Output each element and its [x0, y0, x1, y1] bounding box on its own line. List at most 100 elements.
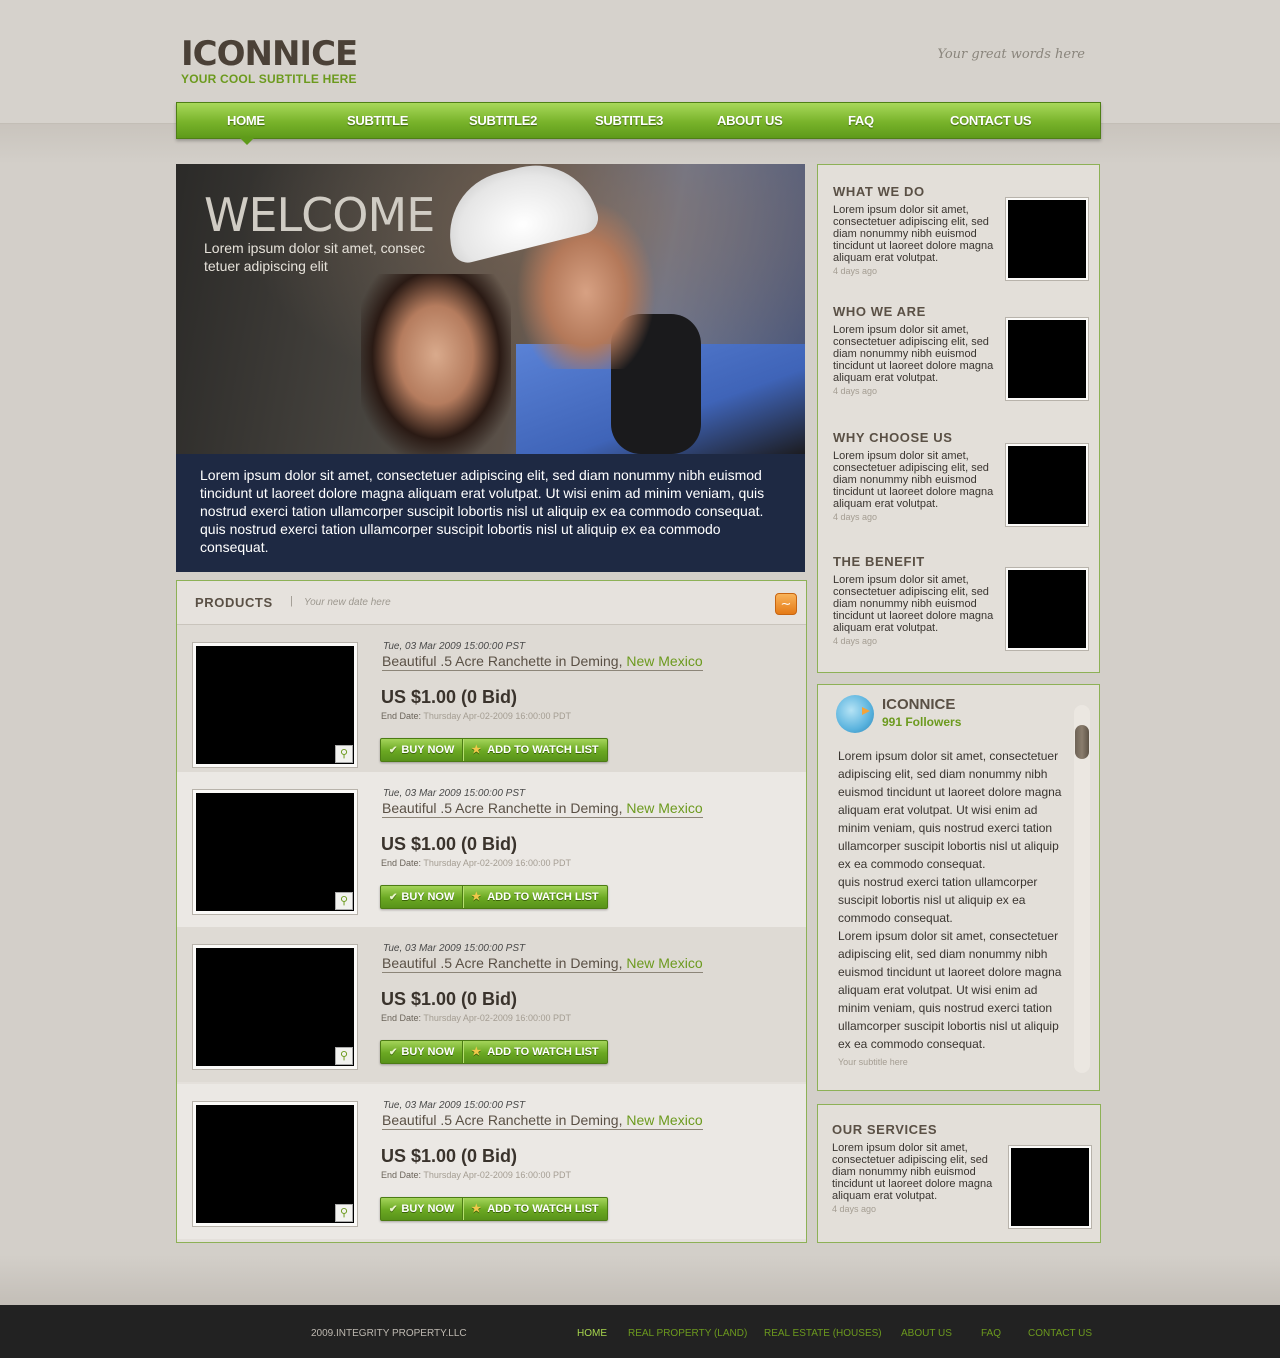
footer-link-faq[interactable]: FAQ	[981, 1328, 1001, 1339]
twitter-feed: Lorem ipsum dolor sit amet, consectetuer…	[838, 747, 1066, 1053]
nav-subtitle2[interactable]: SUBTITLE2	[469, 113, 537, 128]
footer-link-about-us[interactable]: ABOUT US	[901, 1328, 952, 1339]
nav-contact-us[interactable]: CONTACT US	[950, 113, 1032, 128]
end-date-label: End Date:	[381, 711, 422, 721]
twitter-bird-icon[interactable]	[836, 695, 874, 733]
buy-now-button[interactable]: ✔ BUY NOW	[381, 1041, 462, 1063]
product-title-link[interactable]: Beautiful .5 Acre Ranchette in Deming, N…	[382, 1112, 703, 1130]
logo-subtitle: YOUR COOL SUBTITLE HERE	[181, 72, 357, 86]
product-date: Tue, 03 Mar 2009 15:00:00 PST	[383, 1100, 526, 1111]
buy-now-label: BUY NOW	[401, 1203, 455, 1215]
rss-icon[interactable]: ∼	[775, 593, 797, 615]
section-image[interactable]	[1006, 444, 1088, 526]
end-date-label: End Date:	[381, 1170, 422, 1180]
twitter-name[interactable]: ICONNICE	[882, 696, 955, 713]
check-icon: ✔	[389, 745, 398, 756]
twitter-scrollbar[interactable]	[1074, 705, 1090, 1073]
product-title-link[interactable]: Beautiful .5 Acre Ranchette in Deming, N…	[382, 653, 703, 671]
section-body: Lorem ipsum dolor sit amet, consectetuer…	[832, 1142, 993, 1202]
product-location: New Mexico	[626, 800, 703, 816]
product-item: ⚲ Tue, 03 Mar 2009 15:00:00 PST Beautifu…	[177, 625, 806, 780]
product-thumbnail[interactable]: ⚲	[193, 1102, 357, 1226]
buy-now-label: BUY NOW	[401, 744, 455, 756]
magnifier-icon[interactable]: ⚲	[335, 892, 353, 910]
product-actions: ✔ BUY NOW ★ ADD TO WATCH LIST	[380, 1197, 608, 1221]
buy-now-label: BUY NOW	[401, 891, 455, 903]
watch-list-label: ADD TO WATCH LIST	[487, 744, 599, 756]
section-body: Lorem ipsum dolor sit amet, consectetuer…	[833, 450, 994, 510]
sidebar-section-the-benefit: THE BENEFIT Lorem ipsum dolor sit amet, …	[833, 554, 1093, 650]
product-actions: ✔ BUY NOW ★ ADD TO WATCH LIST	[380, 885, 608, 909]
product-end-date: End Date: Thursday Apr-02-2009 16:00:00 …	[381, 858, 571, 868]
products-separator: |	[290, 595, 293, 607]
end-date-label: End Date:	[381, 1013, 422, 1023]
section-age: 4 days ago	[833, 512, 878, 522]
product-price: US $1.00 (0 Bid)	[381, 687, 518, 707]
product-end-date: End Date: Thursday Apr-02-2009 16:00:00 …	[381, 1170, 571, 1180]
end-date-value: Thursday Apr-02-2009 16:00:00 PDT	[423, 858, 571, 868]
products-panel: PRODUCTS | Your new date here ∼ ⚲ Tue, 0…	[176, 580, 807, 1243]
section-age: 4 days ago	[833, 386, 878, 396]
magnifier-icon[interactable]: ⚲	[335, 1204, 353, 1222]
nav-home[interactable]: HOME	[227, 113, 265, 128]
section-image[interactable]	[1006, 568, 1088, 650]
section-title: WHO WE ARE	[833, 304, 926, 319]
copyright: 2009.INTEGRITY PROPERTY.LLC	[311, 1328, 467, 1339]
footer-link-home[interactable]: HOME	[577, 1328, 607, 1339]
section-image[interactable]	[1006, 318, 1088, 400]
logo-title: ICONNICE	[181, 34, 358, 74]
nav-faq[interactable]: FAQ	[848, 113, 874, 128]
product-thumbnail[interactable]: ⚲	[193, 643, 357, 767]
section-body: Lorem ipsum dolor sit amet, consectetuer…	[833, 324, 994, 384]
end-date-label: End Date:	[381, 858, 422, 868]
footer-shadow	[0, 1255, 1280, 1305]
nav-subtitle[interactable]: SUBTITLE	[347, 113, 408, 128]
nav-about-us[interactable]: ABOUT US	[717, 113, 783, 128]
product-price: US $1.00 (0 Bid)	[381, 989, 518, 1009]
product-thumbnail[interactable]: ⚲	[193, 945, 357, 1069]
product-thumbnail[interactable]: ⚲	[193, 790, 357, 914]
footer: 2009.INTEGRITY PROPERTY.LLC HOME REAL PR…	[0, 1305, 1280, 1358]
product-title: Beautiful .5 Acre Ranchette in Deming,	[382, 653, 623, 669]
products-title: PRODUCTS	[195, 595, 273, 610]
end-date-value: Thursday Apr-02-2009 16:00:00 PDT	[423, 1170, 571, 1180]
product-title: Beautiful .5 Acre Ranchette in Deming,	[382, 800, 623, 816]
section-title: THE BENEFIT	[833, 554, 925, 569]
logo[interactable]: ICONNICE YOUR COOL SUBTITLE HERE	[181, 34, 358, 86]
star-icon: ★	[471, 1203, 482, 1215]
footer-link-contact-us[interactable]: CONTACT US	[1028, 1328, 1092, 1339]
main-nav: HOME SUBTITLE SUBTITLE2 SUBTITLE3 ABOUT …	[176, 102, 1101, 139]
watch-list-label: ADD TO WATCH LIST	[487, 891, 599, 903]
tweet-text: Lorem ipsum dolor sit amet, consectetuer…	[838, 929, 1062, 1051]
section-image[interactable]	[1009, 1146, 1091, 1228]
magnifier-icon[interactable]: ⚲	[335, 745, 353, 763]
section-title: OUR SERVICES	[832, 1122, 938, 1137]
section-text: Lorem ipsum dolor sit amet, consectetuer…	[833, 574, 998, 647]
buy-now-button[interactable]: ✔ BUY NOW	[381, 886, 462, 908]
buy-now-label: BUY NOW	[401, 1046, 455, 1058]
hero-banner: WELCOME Lorem ipsum dolor sit amet, cons…	[176, 164, 805, 572]
add-to-watch-list-button[interactable]: ★ ADD TO WATCH LIST	[462, 1198, 606, 1220]
product-date: Tue, 03 Mar 2009 15:00:00 PST	[383, 943, 526, 954]
product-actions: ✔ BUY NOW ★ ADD TO WATCH LIST	[380, 1040, 608, 1064]
product-title-link[interactable]: Beautiful .5 Acre Ranchette in Deming, N…	[382, 955, 703, 973]
footer-link-real-estate[interactable]: REAL ESTATE (HOUSES)	[764, 1328, 882, 1339]
section-body: Lorem ipsum dolor sit amet, consectetuer…	[833, 574, 994, 634]
nav-subtitle3[interactable]: SUBTITLE3	[595, 113, 663, 128]
add-to-watch-list-button[interactable]: ★ ADD TO WATCH LIST	[462, 1041, 606, 1063]
scrollbar-thumb[interactable]	[1075, 725, 1089, 759]
magnifier-icon[interactable]: ⚲	[335, 1047, 353, 1065]
check-icon: ✔	[389, 892, 398, 903]
add-to-watch-list-button[interactable]: ★ ADD TO WATCH LIST	[462, 739, 606, 761]
hero-photo-woman	[361, 274, 511, 454]
product-title-link[interactable]: Beautiful .5 Acre Ranchette in Deming, N…	[382, 800, 703, 818]
buy-now-button[interactable]: ✔ BUY NOW	[381, 739, 462, 761]
section-age: 4 days ago	[833, 266, 878, 276]
add-to-watch-list-button[interactable]: ★ ADD TO WATCH LIST	[462, 886, 606, 908]
section-image[interactable]	[1006, 198, 1088, 280]
product-item: ⚲ Tue, 03 Mar 2009 15:00:00 PST Beautifu…	[177, 772, 806, 927]
nav-active-indicator	[240, 138, 254, 145]
buy-now-button[interactable]: ✔ BUY NOW	[381, 1198, 462, 1220]
footer-link-real-property[interactable]: REAL PROPERTY (LAND)	[628, 1328, 747, 1339]
tweet-text: quis nostrud exerci tation ullamcorper s…	[838, 875, 1038, 925]
